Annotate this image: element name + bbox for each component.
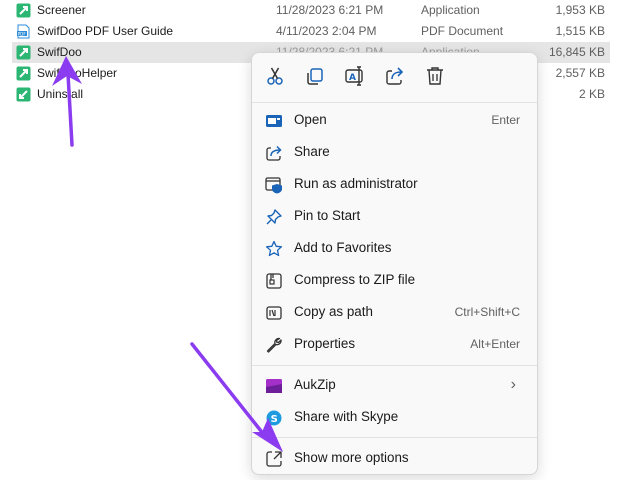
pdf-file-icon: PDF (16, 24, 31, 39)
shield-icon (265, 175, 283, 194)
svg-text:A: A (349, 73, 356, 83)
file-row-screener[interactable]: Screener 11/28/2023 6:21 PM Application … (12, 0, 610, 21)
svg-text:PDF: PDF (18, 31, 27, 36)
share-icon (265, 143, 283, 161)
aukzip-icon (265, 376, 283, 394)
file-type: PDF Document (421, 24, 504, 38)
delete-button[interactable] (424, 65, 446, 87)
trash-icon (427, 67, 443, 85)
menu-item-label: Copy as path (294, 304, 373, 319)
menu-item-pin-to-start[interactable]: Pin to Start (257, 201, 532, 231)
menu-item-label: Compress to ZIP file (294, 272, 416, 287)
menu-item-run-as-admin[interactable]: Run as administrator (257, 169, 532, 199)
menu-item-share-with-skype[interactable]: S Share with Skype (257, 402, 532, 432)
menu-item-shortcut: Alt+Enter (470, 337, 520, 351)
divider (252, 102, 537, 103)
menu-item-shortcut: Ctrl+Shift+C (454, 305, 520, 319)
star-icon (265, 239, 283, 257)
menu-item-show-more-options[interactable]: Show more options (257, 443, 532, 473)
copy-icon (307, 68, 323, 85)
swifdoo-app-icon (16, 45, 31, 60)
menu-item-label: Open (294, 112, 327, 127)
menu-item-share[interactable]: Share (257, 137, 532, 167)
swifdoo-app-icon (16, 3, 31, 18)
menu-item-label: AukZip (294, 377, 336, 392)
divider (252, 365, 537, 366)
file-size: 16,845 KB (548, 45, 605, 59)
context-menu: A Open Enter Share Run as administrator … (251, 52, 538, 475)
menu-item-add-to-favorites[interactable]: Add to Favorites (257, 233, 532, 263)
file-date: 4/11/2023 2:04 PM (276, 24, 377, 38)
skype-icon: S (265, 408, 283, 426)
pin-icon (265, 207, 283, 225)
file-name: SwifDoo (37, 45, 82, 59)
menu-item-label: Run as administrator (294, 176, 418, 191)
file-name: SwifDoo PDF User Guide (37, 24, 174, 38)
file-row-user-guide[interactable]: PDF SwifDoo PDF User Guide 4/11/2023 2:0… (12, 21, 610, 42)
cut-button[interactable] (264, 65, 286, 87)
quick-actions-bar: A (252, 53, 537, 99)
file-size: 2 KB (578, 87, 605, 101)
file-name: Uninstall (37, 87, 84, 101)
file-size: 1,515 KB (555, 24, 605, 38)
svg-text:S: S (271, 414, 278, 425)
menu-item-shortcut: Enter (491, 113, 520, 127)
file-name: SwifDooHelper (37, 66, 118, 80)
wrench-icon (265, 335, 283, 353)
menu-item-label: Add to Favorites (294, 240, 392, 255)
expand-icon (265, 449, 283, 467)
rename-icon: A (345, 66, 363, 86)
file-size: 2,557 KB (555, 66, 605, 80)
menu-item-compress-zip[interactable]: Compress to ZIP file (257, 265, 532, 295)
uninstall-app-icon (16, 87, 31, 102)
menu-item-label: Properties (294, 336, 356, 351)
zip-icon (265, 271, 283, 289)
open-app-icon (265, 111, 283, 129)
menu-item-label: Pin to Start (294, 208, 361, 223)
rename-button[interactable]: A (344, 65, 366, 87)
file-name: Screener (37, 3, 86, 17)
file-type: Application (421, 3, 480, 17)
menu-item-label: Share with Skype (294, 409, 399, 424)
chevron-right-icon: › (510, 376, 516, 393)
copy-path-icon (265, 303, 283, 321)
menu-item-aukzip[interactable]: AukZip › (257, 370, 532, 400)
menu-item-label: Show more options (294, 450, 409, 465)
share-button[interactable] (384, 65, 406, 87)
copy-button[interactable] (304, 65, 326, 87)
menu-item-label: Share (294, 144, 330, 159)
menu-item-properties[interactable]: Properties Alt+Enter (257, 329, 532, 359)
divider (252, 437, 537, 438)
share-icon (386, 67, 404, 85)
file-size: 1,953 KB (555, 3, 605, 17)
swifdoo-app-icon (16, 66, 31, 81)
file-date: 11/28/2023 6:21 PM (276, 3, 384, 17)
scissors-icon (267, 67, 283, 85)
menu-item-copy-as-path[interactable]: Copy as path Ctrl+Shift+C (257, 297, 532, 327)
menu-item-open[interactable]: Open Enter (257, 105, 532, 135)
